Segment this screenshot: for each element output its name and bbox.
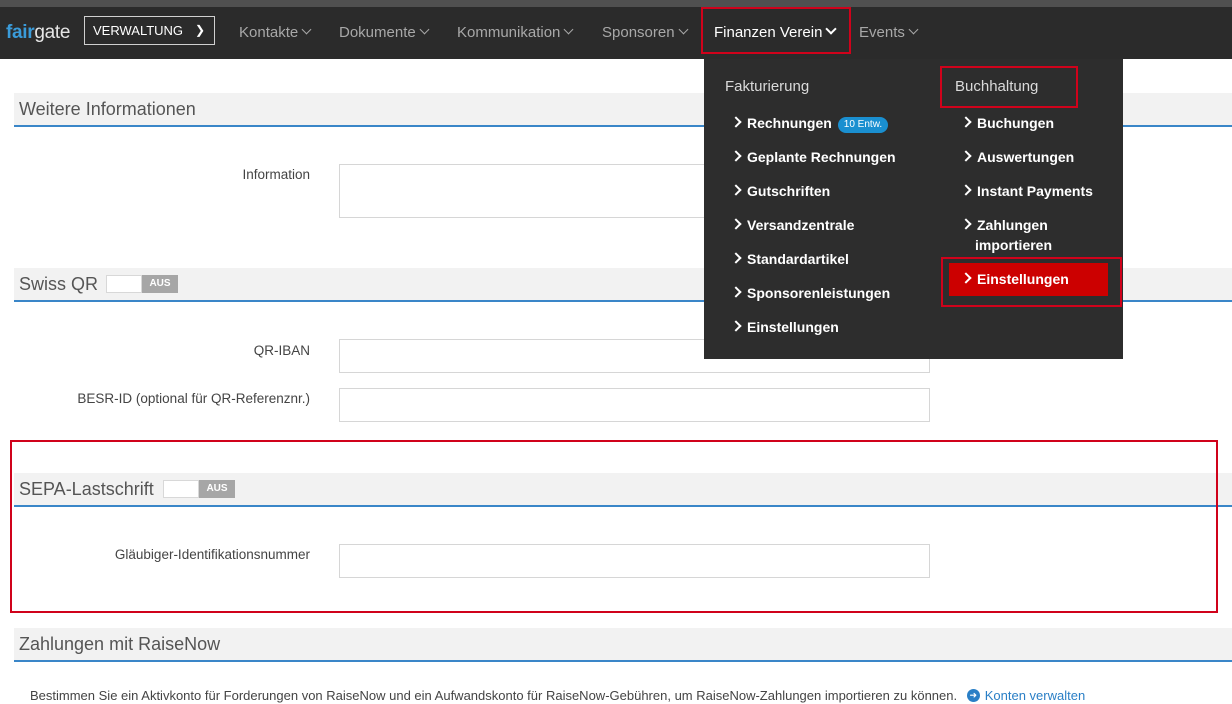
menu-item-geplante-rechnungen[interactable]: Geplante Rechnungen — [730, 147, 896, 167]
menu-item-gutschriften[interactable]: Gutschriften — [730, 181, 830, 201]
menu-item-auswertungen[interactable]: Auswertungen — [960, 147, 1074, 167]
nav-item-dokumente[interactable]: Dokumente — [339, 7, 430, 59]
section-title: Zahlungen mit RaiseNow — [19, 634, 221, 654]
context-selector[interactable]: VERWALTUNG ❯ — [84, 16, 215, 45]
fairgate-logo[interactable]: fairgate — [6, 22, 70, 44]
nav-item-kommunikation[interactable]: Kommunikation — [457, 7, 574, 59]
menu-item-instant-payments[interactable]: Instant Payments — [960, 181, 1093, 201]
chevron-right-icon — [730, 286, 742, 298]
chevron-right-icon — [960, 116, 972, 128]
section-title: Swiss QR — [19, 274, 99, 294]
chevron-right-icon — [730, 218, 742, 230]
dropdown-heading-fakturierung: Fakturierung — [725, 78, 810, 95]
menu-item-standardartikel[interactable]: Standardartikel — [730, 249, 849, 269]
toggle-knob — [106, 275, 142, 293]
raisenow-description: Bestimmen Sie ein Aktivkonto für Forderu… — [30, 688, 1086, 703]
konten-verwalten-link[interactable]: ➜ Konten verwalten — [966, 688, 1085, 703]
nav-item-sponsoren[interactable]: Sponsoren — [602, 7, 689, 59]
field-label-besr-id: BESR-ID (optional für QR-Referenznr.) — [77, 391, 310, 406]
annotation-box-einstellungen — [941, 257, 1122, 307]
section-header-raisenow: Zahlungen mit RaiseNow — [14, 628, 1232, 662]
swiss-qr-toggle[interactable]: AUS — [106, 275, 178, 293]
menu-item-zahlungen-importieren-line2[interactable]: importieren — [975, 235, 1052, 255]
arrow-right-circle-icon: ➜ — [966, 689, 980, 703]
field-label-qr-iban: QR-IBAN — [253, 343, 310, 358]
chevron-down-icon — [908, 24, 919, 35]
toggle-state-label: AUS — [142, 275, 178, 293]
top-navbar: fairgate VERWALTUNG ❯ Kontakte Dokumente… — [0, 7, 1232, 59]
chevron-right-icon — [960, 218, 972, 230]
chevron-right-icon — [730, 116, 742, 128]
chevron-right-icon — [730, 184, 742, 196]
annotation-box-buchhaltung — [940, 66, 1078, 108]
chevron-down-icon — [419, 24, 430, 35]
besr-id-input[interactable] — [339, 388, 930, 422]
chevron-down-icon: ❯ — [194, 23, 205, 37]
chevron-right-icon — [730, 150, 742, 162]
draft-count-badge: 10 Entw. — [837, 117, 889, 133]
chevron-down-icon — [678, 24, 689, 35]
chevron-right-icon — [730, 252, 742, 264]
chevron-down-icon — [563, 24, 574, 35]
chevron-down-icon — [301, 24, 312, 35]
window-top-strip — [0, 0, 1232, 7]
field-label-information: Information — [242, 167, 310, 182]
chevron-right-icon — [960, 150, 972, 162]
menu-item-zahlungen-importieren[interactable]: Zahlungen — [960, 215, 1048, 235]
menu-item-rechnungen[interactable]: Rechnungen 10 Entw. — [730, 113, 889, 134]
annotation-box-finanzen — [701, 7, 851, 54]
nav-item-kontakte[interactable]: Kontakte — [239, 7, 312, 59]
menu-item-versandzentrale[interactable]: Versandzentrale — [730, 215, 854, 235]
annotation-box-sepa — [10, 440, 1218, 613]
menu-item-buchungen[interactable]: Buchungen — [960, 113, 1054, 133]
context-selector-label: VERWALTUNG — [93, 23, 184, 38]
menu-item-sponsorenleistungen[interactable]: Sponsorenleistungen — [730, 283, 890, 303]
nav-item-events[interactable]: Events — [859, 7, 919, 59]
chevron-right-icon — [730, 320, 742, 332]
section-title: Weitere Informationen — [19, 99, 196, 119]
chevron-right-icon — [960, 184, 972, 196]
menu-item-einstellungen-fakturierung[interactable]: Einstellungen — [730, 317, 839, 337]
